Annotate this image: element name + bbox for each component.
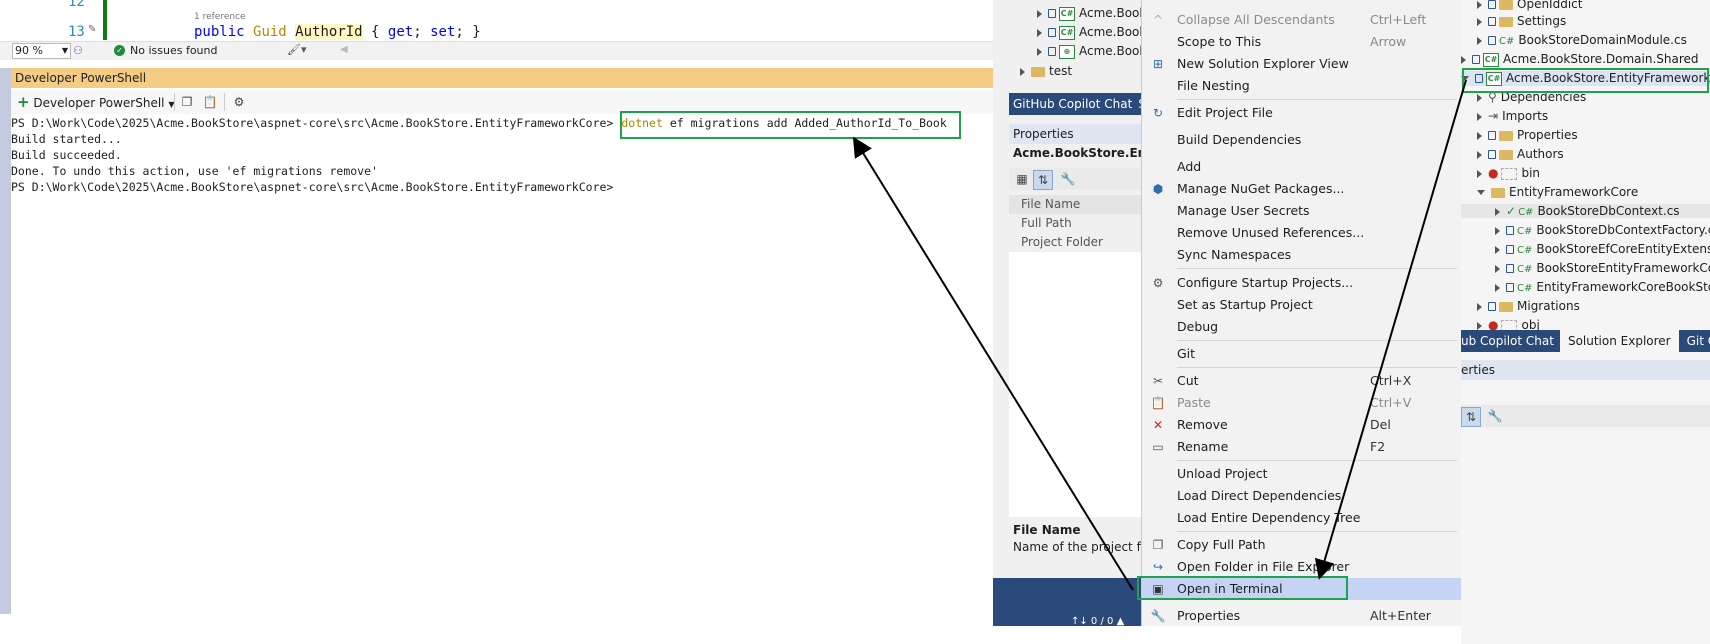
annotation-arrows — [852, 79, 1467, 591]
arrow-to-open-terminal — [1314, 79, 1467, 580]
arrow-to-command — [852, 136, 1134, 591]
